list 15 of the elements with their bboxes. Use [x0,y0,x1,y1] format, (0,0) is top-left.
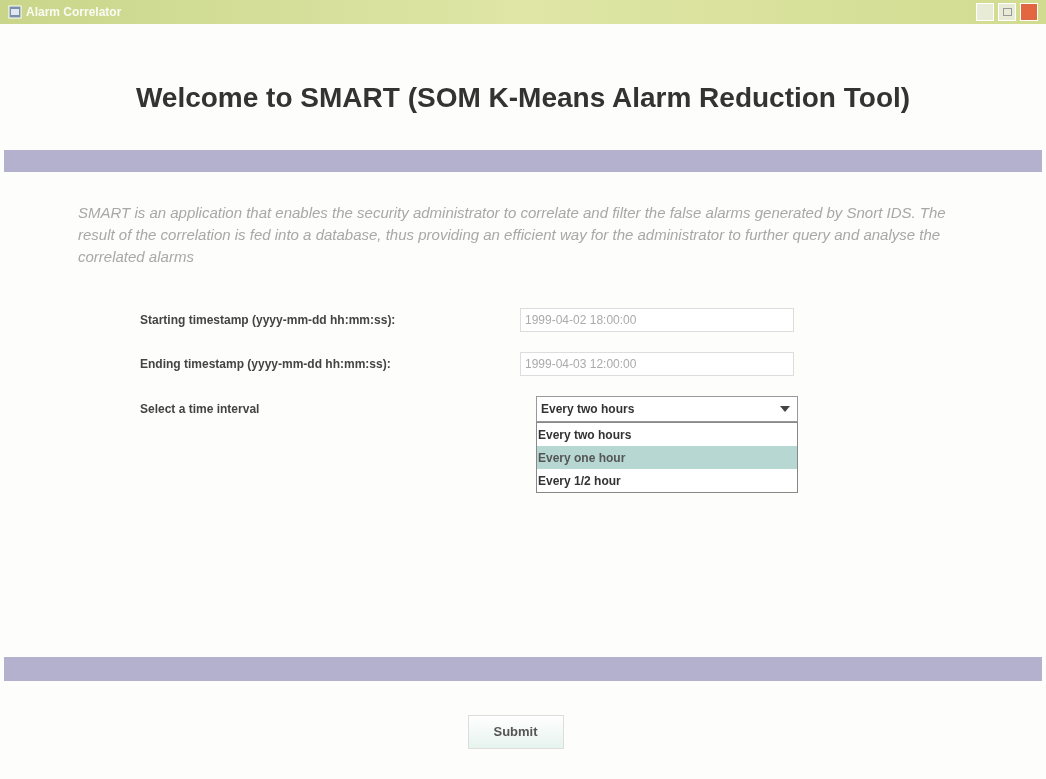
heading: Welcome to SMART (SOM K-Means Alarm Reduction Tool) [134,84,912,112]
maximize-button[interactable] [998,3,1016,21]
window-title: Alarm Correlator [26,4,122,21]
field-label: Ending timestamp (yyyy-mm-dd hh:mm:ss): [140,356,392,373]
field-label: Starting timestamp (yyyy-mm-dd hh:mm:ss): [140,312,397,329]
field-label: Select a time interval [140,401,261,418]
interval-dropdown[interactable]: Every two hours [536,396,798,422]
app-icon [8,5,22,19]
caret-icon [780,406,790,412]
description: SMART is an application that enables the security administrator to correlate and filter the false alarms generated by Snort IDS. The result of the correlation is fed into a database, thus providing an efficient way for the administrator to further query and analyse the correlated alarms [78,203,947,267]
close-button[interactable] [1020,3,1038,21]
submit-button[interactable]: Submit [467,715,564,749]
dropdown-option[interactable]: Every 1/2 hour [537,469,797,492]
dropdown-option[interactable]: Every one hour [537,446,797,469]
dropdown-option[interactable]: Every two hours [537,423,797,446]
